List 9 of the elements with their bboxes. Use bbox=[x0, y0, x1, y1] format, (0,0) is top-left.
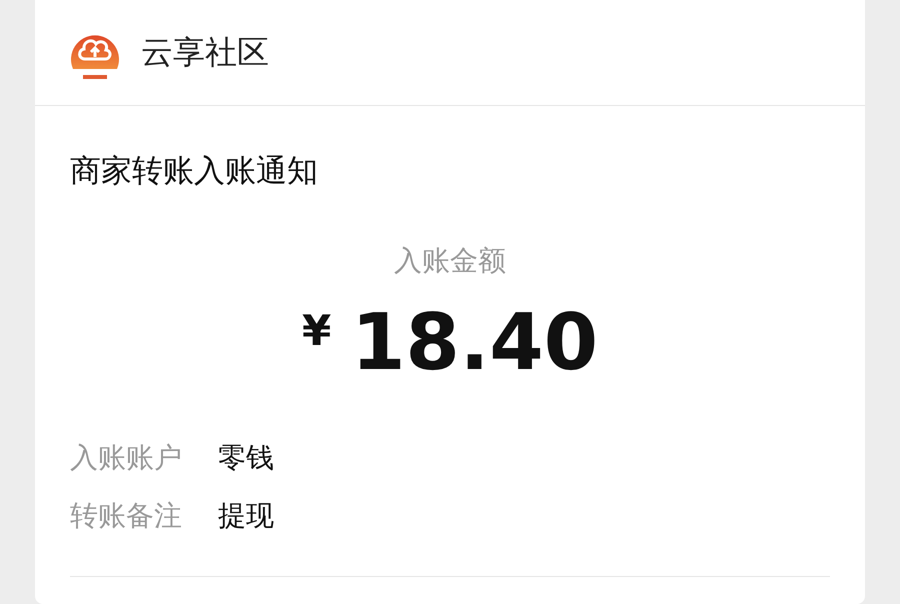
notice-title: 商家转账入账通知 bbox=[70, 152, 319, 191]
detail-label: 转账备注 bbox=[70, 498, 183, 534]
detail-value: 提现 bbox=[218, 498, 274, 534]
detail-value: 零钱 bbox=[218, 440, 274, 476]
amount-value: 18.40 bbox=[351, 298, 598, 388]
account-name: 云享社区 bbox=[141, 32, 269, 72]
currency-symbol: ¥ bbox=[302, 306, 332, 355]
amount-label: 入账金额 bbox=[393, 243, 507, 279]
detail-label: 入账账户 bbox=[70, 440, 183, 476]
